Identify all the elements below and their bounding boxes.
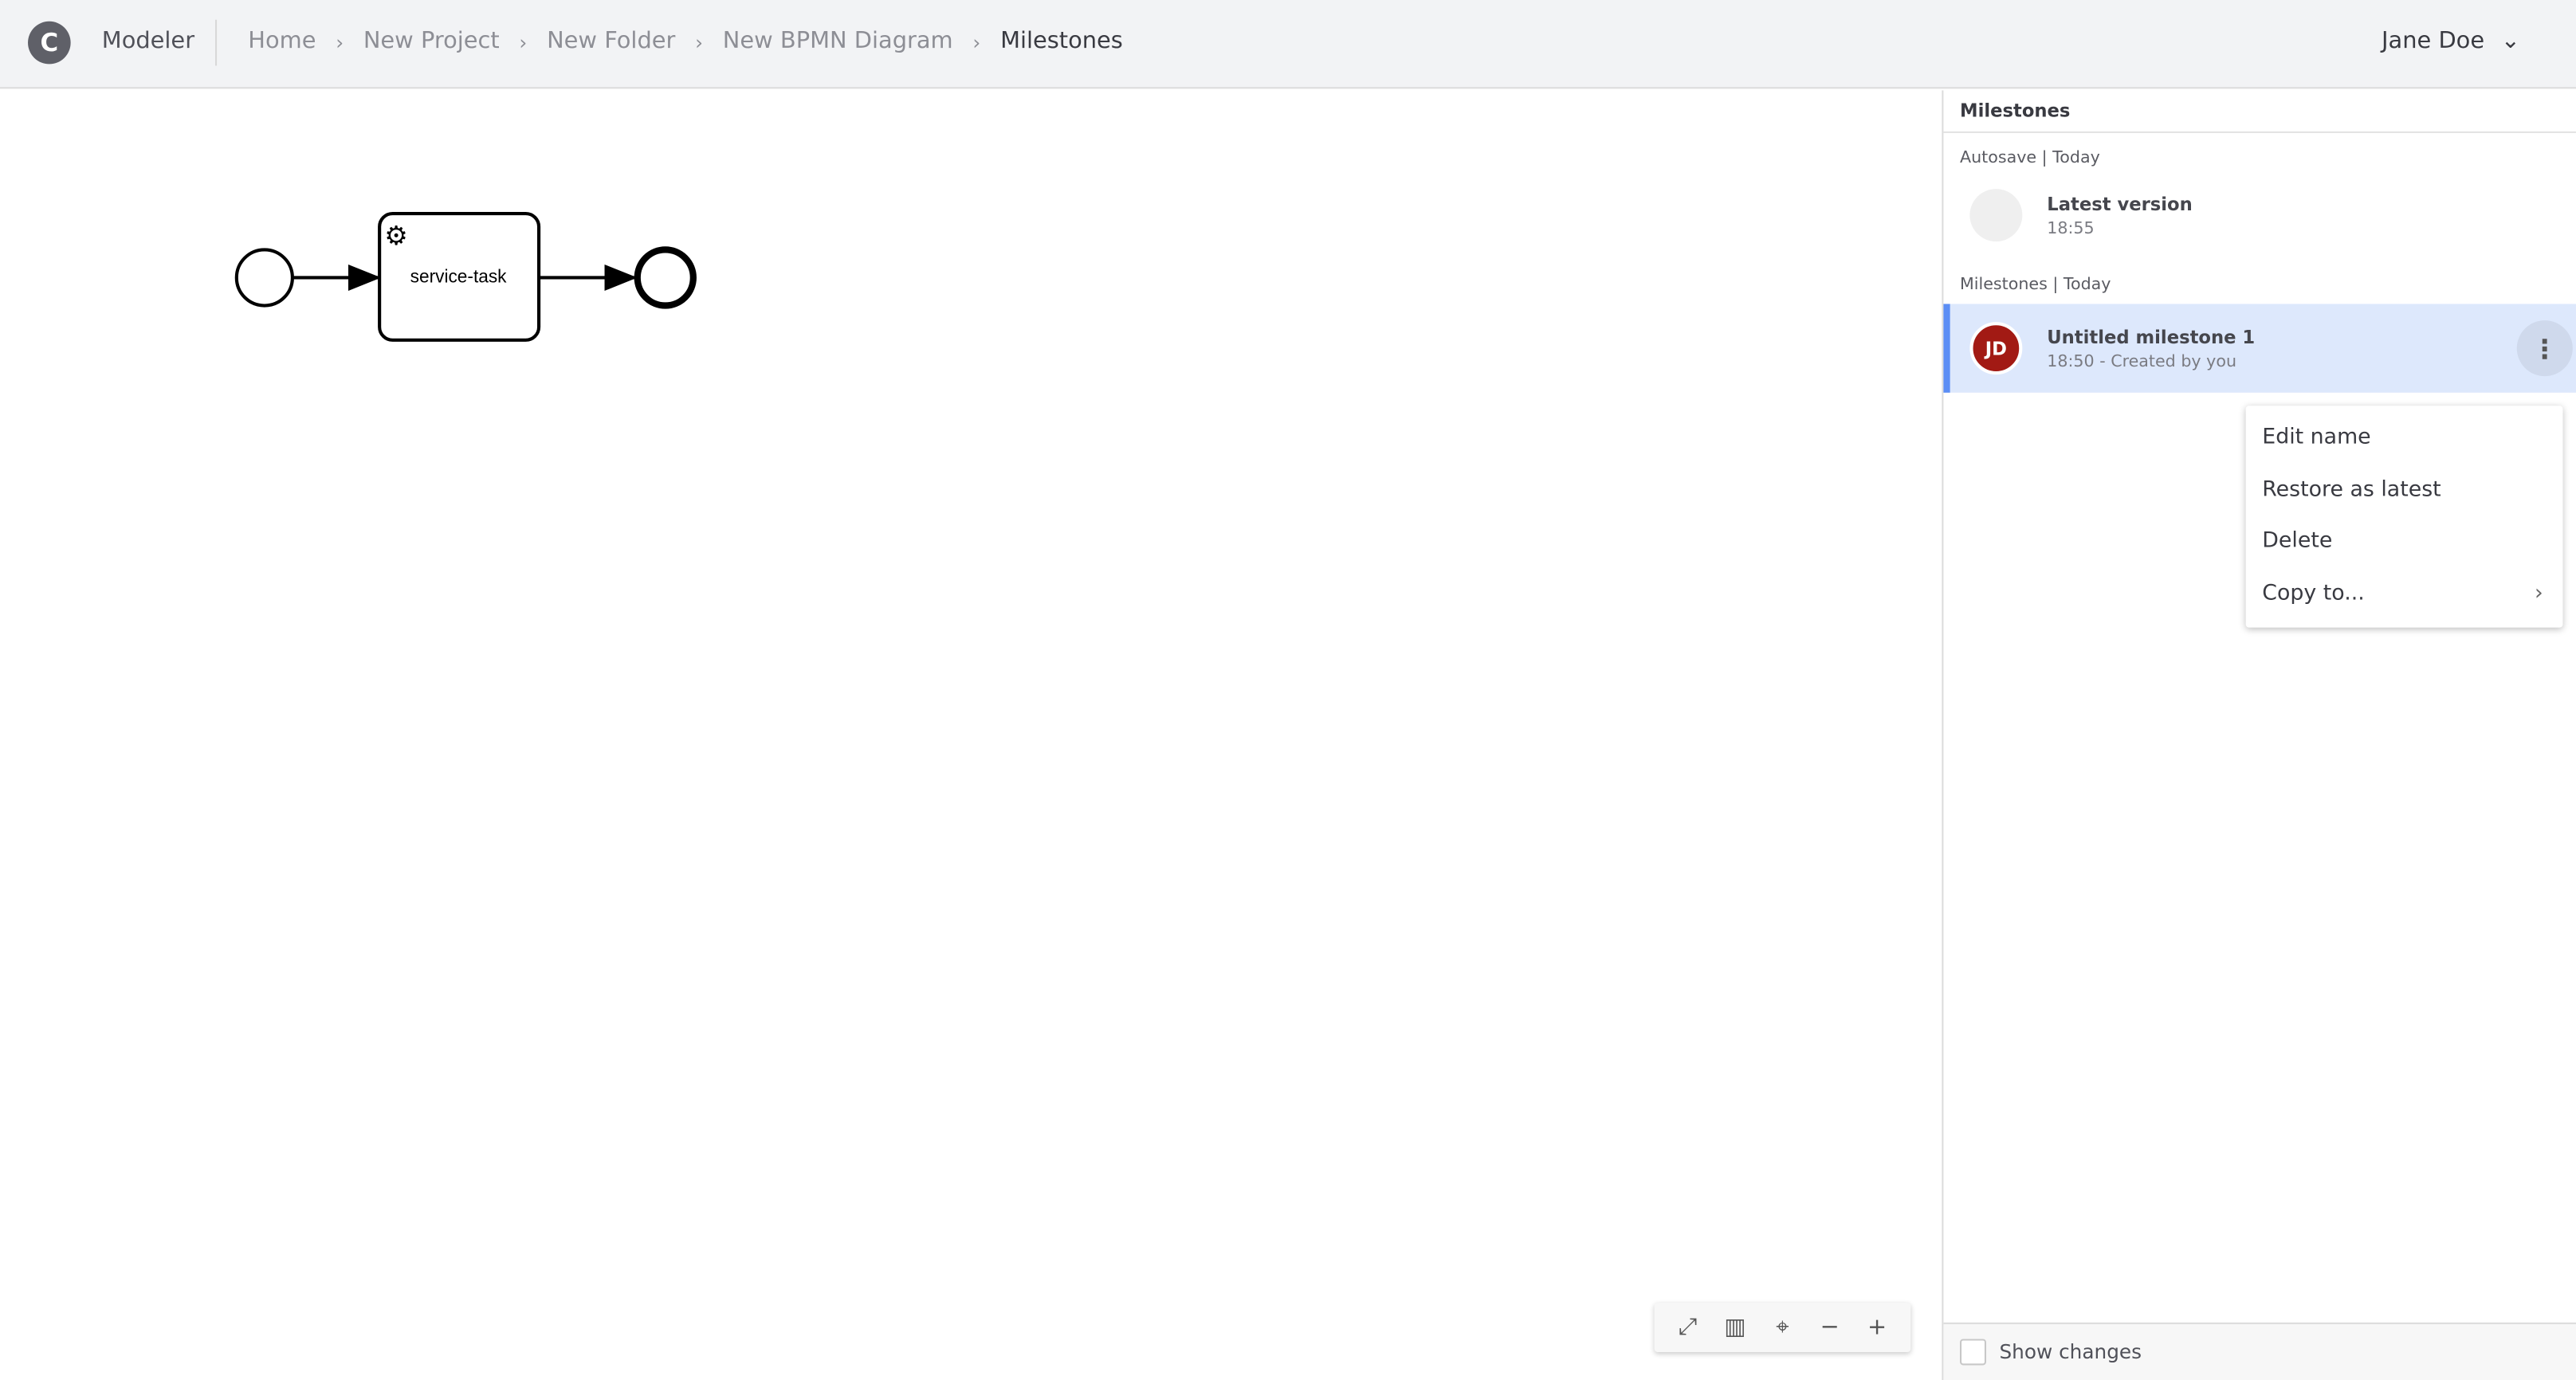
menu-item-restore[interactable]: Restore as latest [2246,464,2563,516]
chevron-right-icon: › [336,31,344,55]
zoom-in-icon[interactable]: + [1860,1315,1893,1341]
latest-version-entry[interactable]: Latest version 18:55 [1943,171,2576,259]
end-event[interactable] [634,246,697,309]
kebab-icon: ⋮ [2531,332,2558,364]
avatar: JD [1969,322,2023,375]
logo[interactable]: C [28,21,71,65]
menu-label: Copy to... [2262,581,2365,606]
user-name: Jane Doe [2382,28,2485,55]
task-label: service-task [410,266,508,287]
breadcrumb-home[interactable]: Home [248,28,316,57]
chevron-right-icon: › [2535,581,2543,606]
entry-time: 18:55 [2047,220,2095,238]
autosave-section-label: Autosave | Today [1960,149,2100,168]
chevron-right-icon: › [695,31,704,55]
breadcrumb-diagram[interactable]: New BPMN Diagram [723,28,953,57]
breadcrumb-current: Milestones [1000,28,1123,55]
avatar-placeholder [1969,189,2023,242]
chevron-down-icon: ⌄ [2500,28,2520,55]
bpmn-diagram: ⚙ service-task [234,211,697,342]
show-changes-checkbox[interactable] [1960,1339,1986,1366]
fullscreen-icon[interactable]: ⤢ [1671,1315,1704,1341]
menu-item-delete[interactable]: Delete [2246,516,2563,567]
show-changes-label[interactable]: Show changes [1999,1341,2142,1364]
menu-item-edit-name[interactable]: Edit name [2246,413,2563,465]
breadcrumb-project[interactable]: New Project [363,28,500,57]
user-menu[interactable]: Jane Doe ⌄ [2382,28,2520,54]
entry-title: Latest version [2047,194,2193,216]
menu-label: Edit name [2262,425,2371,451]
top-bar: C Modeler Home › New Project › New Folder ›… [0,0,2576,89]
milestone-title: Untitled milestone 1 [2047,327,2256,349]
milestones-panel: Milestones Autosave | Today Latest versi… [1942,90,2576,1380]
canvas-toolbar: ⤢ ▥ ⌖ − + [1654,1303,1911,1352]
panel-title: Milestones [1943,90,2576,134]
gear-icon: ⚙ [384,220,408,251]
crosshair-icon[interactable]: ⌖ [1766,1315,1799,1341]
zoom-out-icon[interactable]: − [1813,1315,1846,1341]
milestone-subtitle: 18:50 - Created by you [2047,353,2237,371]
map-icon[interactable]: ▥ [1718,1315,1751,1341]
menu-label: Restore as latest [2262,477,2441,503]
menu-item-copy-to[interactable]: Copy to... › [2246,567,2563,619]
milestone-context-menu: Edit name Restore as latest Delete Copy … [2245,406,2563,628]
chevron-right-icon: › [519,31,528,55]
start-event[interactable] [234,248,294,308]
breadcrumb: Home › New Project › New Folder › New BPMN … [248,28,1123,57]
diagram-canvas[interactable]: ⚙ service-task [0,90,1942,1380]
panel-footer: Show changes [1943,1322,2576,1380]
milestones-section-label: Milestones | Today [1960,276,2111,295]
milestone-entry[interactable]: JD Untitled milestone 1 18:50 - Created … [1943,304,2576,393]
app-name[interactable]: Modeler [102,28,194,54]
chevron-right-icon: › [972,31,981,55]
menu-label: Delete [2262,529,2333,555]
divider [215,19,218,66]
more-options-button[interactable]: ⋮ [2516,320,2573,377]
breadcrumb-folder[interactable]: New Folder [547,28,675,57]
